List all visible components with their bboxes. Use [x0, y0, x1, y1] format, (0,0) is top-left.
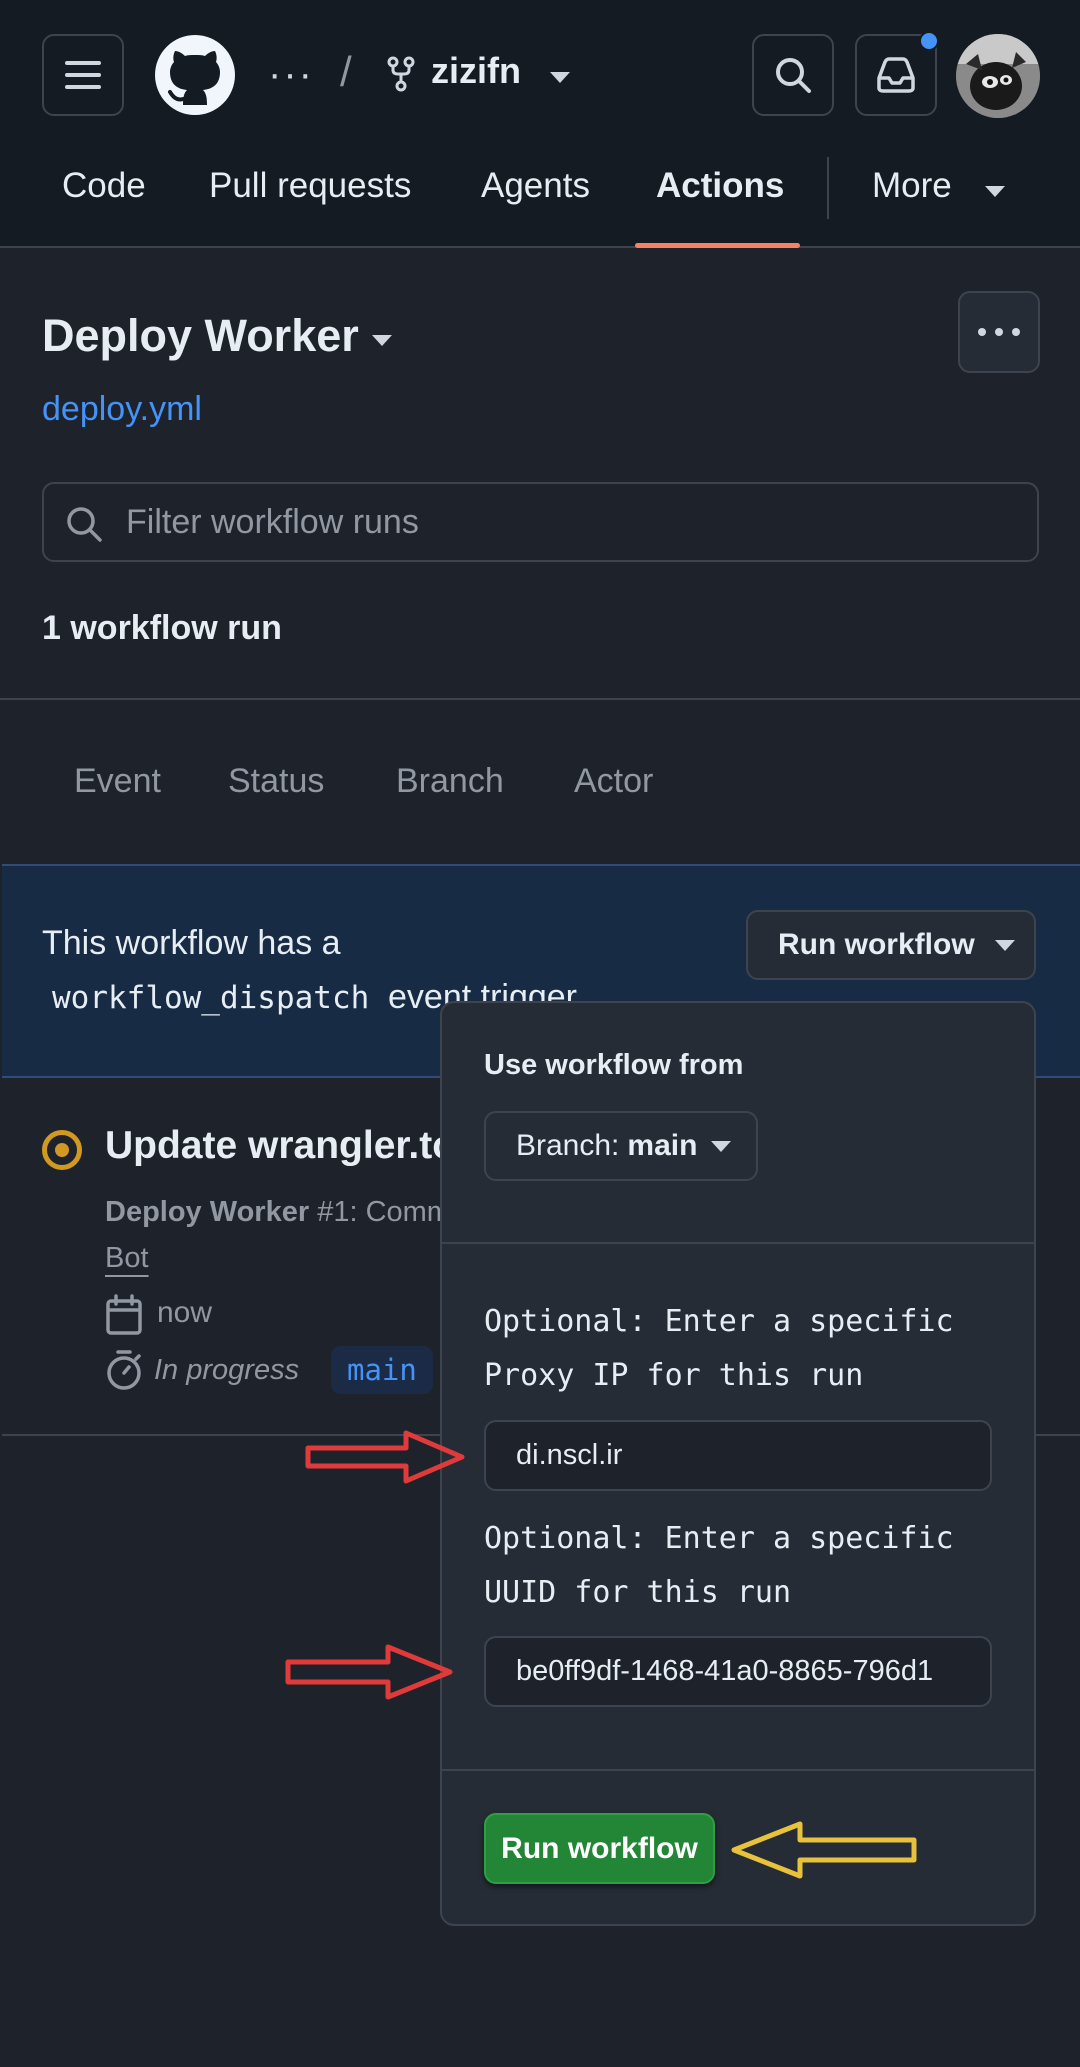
- section-divider: [0, 698, 1080, 700]
- tab-actions[interactable]: Actions: [656, 166, 784, 206]
- proxy-ip-label: Optional: Enter a specific Proxy IP for …: [484, 1304, 954, 1393]
- chevron-down-icon: [994, 939, 1015, 951]
- banner-code: workflow_dispatch: [52, 980, 370, 1016]
- branch-label[interactable]: main: [331, 1346, 433, 1394]
- search-icon: [67, 507, 102, 542]
- hamburger-menu-icon: [65, 61, 101, 89]
- workflow-file-link[interactable]: deploy.yml: [42, 390, 202, 429]
- run-number: #1: Comm: [317, 1196, 451, 1228]
- workflow-run-count: 1 workflow run: [42, 609, 282, 647]
- top-header: ··· / zizifn Code Pull requests Agents A…: [0, 0, 1080, 248]
- run-workflow-name: Deploy Worker: [105, 1196, 310, 1228]
- workflow-switcher-chevron-down-icon[interactable]: [372, 335, 392, 346]
- banner-text: This workflow has a: [42, 924, 341, 962]
- filter-status[interactable]: Status: [228, 762, 324, 801]
- repo-name-link[interactable]: zizifn: [431, 50, 521, 92]
- run-time: now: [157, 1296, 213, 1329]
- uuid-label: Optional: Enter a specific UUID for this…: [484, 1521, 954, 1610]
- calendar-icon: [106, 1294, 142, 1335]
- search-icon: [776, 58, 811, 93]
- proxy-ip-input[interactable]: [484, 1420, 992, 1491]
- user-avatar[interactable]: [956, 34, 1040, 118]
- run-actor-link[interactable]: Bot: [105, 1242, 149, 1275]
- filter-event[interactable]: Event: [74, 762, 161, 801]
- filter-branch[interactable]: Branch: [396, 762, 504, 801]
- use-workflow-from-label: Use workflow from: [484, 1049, 744, 1081]
- repo-fork-icon: [387, 56, 415, 92]
- branch-prefix: Branch:: [516, 1129, 620, 1162]
- active-tab-indicator: [635, 243, 800, 248]
- notification-indicator: [919, 31, 939, 51]
- yellow-arrow-annotation-icon: [731, 1821, 917, 1879]
- workflow-title[interactable]: Deploy Worker: [42, 310, 359, 362]
- run-status-text: In progress: [154, 1354, 300, 1386]
- github-logo-icon[interactable]: [155, 35, 235, 115]
- dropdown-divider: [441, 1769, 1035, 1771]
- more-chevron-down-icon[interactable]: [985, 186, 1005, 197]
- tab-more[interactable]: More: [872, 166, 952, 206]
- branch-value: main: [627, 1129, 698, 1162]
- in-progress-status-icon: [42, 1130, 82, 1170]
- kebab-horizontal-icon: [978, 328, 1020, 336]
- repo-switcher-chevron-down-icon[interactable]: [550, 72, 570, 83]
- search-button[interactable]: [752, 34, 834, 116]
- run-title-link[interactable]: Update wrangler.to: [105, 1124, 456, 1168]
- stopwatch-icon: [107, 1350, 141, 1390]
- chevron-down-icon: [711, 1140, 732, 1152]
- breadcrumb-more[interactable]: ···: [268, 52, 314, 97]
- filter-runs-input[interactable]: [126, 484, 1006, 560]
- tab-pull-requests[interactable]: Pull requests: [209, 166, 411, 206]
- hamburger-menu-button[interactable]: [42, 34, 124, 116]
- run-workflow-submit-button[interactable]: Run workflow: [484, 1813, 715, 1884]
- tab-code[interactable]: Code: [62, 166, 146, 206]
- filter-runs-box[interactable]: [42, 482, 1039, 562]
- dropdown-divider: [441, 1242, 1035, 1244]
- inbox-icon: [877, 57, 915, 93]
- branch-select-button[interactable]: Branch: main: [484, 1111, 758, 1181]
- uuid-input[interactable]: [484, 1636, 992, 1707]
- red-arrow-annotation-icon: [285, 1644, 453, 1700]
- breadcrumb-separator: /: [340, 48, 352, 95]
- nav-divider: [827, 157, 829, 219]
- run-meta: Deploy Worker #1: Comm: [105, 1196, 451, 1229]
- avatar-image: [956, 34, 1040, 118]
- filter-actor[interactable]: Actor: [574, 762, 653, 801]
- workflow-options-button[interactable]: [958, 291, 1040, 373]
- run-workflow-label: Run workflow: [778, 928, 975, 961]
- tab-agents[interactable]: Agents: [481, 166, 590, 206]
- red-arrow-annotation-icon: [305, 1430, 465, 1484]
- run-workflow-dropdown-button[interactable]: Run workflow: [746, 910, 1036, 980]
